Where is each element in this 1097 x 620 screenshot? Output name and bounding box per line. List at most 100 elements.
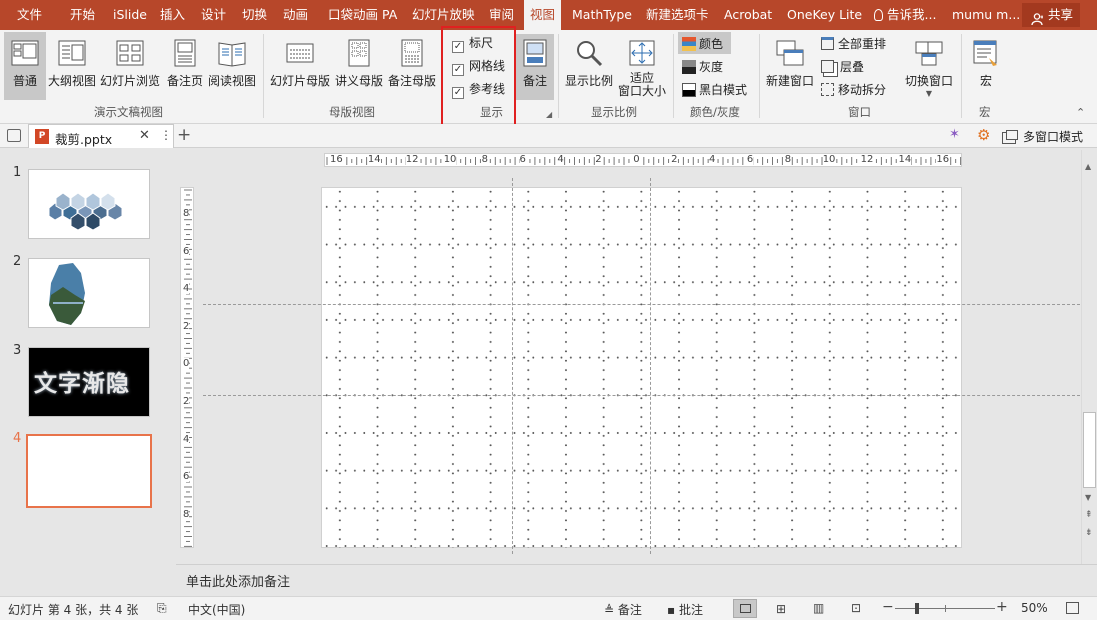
outline-view-icon: [58, 40, 86, 66]
cascade-button[interactable]: 层叠: [821, 58, 864, 75]
zoom-slider-thumb[interactable]: [915, 603, 919, 614]
tab-islide[interactable]: iSlide: [113, 0, 147, 30]
tab-design[interactable]: 设计: [201, 0, 226, 30]
scroll-thumb[interactable]: [1083, 412, 1096, 488]
handout-master-button[interactable]: 讲义母版: [334, 38, 384, 89]
add-tab-icon[interactable]: +: [177, 125, 191, 145]
arrange-all-button[interactable]: 全部重排: [821, 35, 886, 52]
close-icon[interactable]: ✕: [139, 128, 150, 143]
macros-label: 宏: [979, 74, 992, 88]
next-slide-icon[interactable]: ⇟: [1085, 528, 1093, 538]
slide-master-button[interactable]: 幻灯片母版: [268, 38, 332, 89]
notes-status-label: 备注: [617, 603, 642, 617]
ribbon: 普通 大纲视图 幻灯片浏览 备注页 阅读视图 演示文稿视图 幻灯片母版 讲义母版: [0, 30, 1097, 124]
zoom-percentage[interactable]: 50%: [1021, 601, 1048, 615]
document-tab-bar: P 裁剪.pptx ✕ ⋮ + ✶ ⚙ 多窗口模式: [0, 124, 1097, 148]
tab-new[interactable]: 新建选项卡: [646, 0, 709, 30]
group-separator: [263, 34, 264, 118]
reading-view-status-icon[interactable]: ▥: [813, 601, 824, 615]
tab-onekey[interactable]: OneKey Lite: [787, 0, 862, 30]
spellcheck-icon[interactable]: ⎘: [157, 601, 167, 616]
ruler-label: 6: [183, 245, 190, 257]
new-window-button[interactable]: 新建窗口: [764, 38, 816, 89]
slide-thumbnail-3[interactable]: 文字渐隐: [28, 347, 150, 417]
more-options-icon[interactable]: ⋮: [160, 128, 172, 142]
scroll-up-icon[interactable]: ▲: [1085, 162, 1091, 171]
share-button[interactable]: 共享: [1022, 3, 1080, 27]
document-name: 裁剪.pptx: [55, 132, 113, 147]
outline-view-button[interactable]: 大纲视图: [48, 38, 96, 89]
presentation-views-group-label: 演示文稿视图: [94, 105, 163, 119]
horizontal-guide[interactable]: [203, 395, 1080, 396]
zoom-in-icon[interactable]: +: [996, 599, 1008, 615]
zoom-slider[interactable]: [895, 603, 995, 614]
panel-icon[interactable]: [7, 129, 21, 142]
fit-slide-icon[interactable]: [1066, 602, 1079, 614]
normal-view-status-icon[interactable]: [733, 599, 757, 618]
move-split-button[interactable]: 移动拆分: [821, 81, 886, 98]
gear-icon[interactable]: ⚙: [977, 126, 990, 144]
tab-view[interactable]: 视图: [524, 0, 562, 30]
slide-thumbnail-2[interactable]: [28, 258, 150, 328]
comments-status-button[interactable]: ▪ 批注: [667, 601, 703, 618]
ruler-label: 6: [519, 154, 526, 165]
black-white-label: 黑白模式: [699, 83, 748, 97]
color-mode-label: 颜色: [699, 37, 724, 51]
slideshow-status-icon[interactable]: ⊡: [851, 601, 861, 615]
tell-me-search[interactable]: 告诉我...: [874, 0, 936, 30]
ruler-label: 2: [595, 154, 602, 165]
sparkle-icon[interactable]: ✶: [949, 127, 960, 142]
switch-window-button[interactable]: 切换窗口 ▼: [903, 38, 955, 98]
slide-sorter-icon: [116, 40, 144, 66]
tell-me-label: 告诉我...: [887, 7, 937, 22]
language-indicator[interactable]: 中文(中国): [188, 601, 245, 618]
slide-sorter-button[interactable]: 幻灯片浏览: [100, 38, 160, 89]
multi-window-mode-button[interactable]: 多窗口模式: [1023, 128, 1083, 145]
macros-button[interactable]: 宏: [966, 38, 1006, 89]
slide-thumbnail-4-selected[interactable]: [26, 434, 152, 508]
normal-view-icon: [11, 40, 39, 66]
master-views-group-label: 母版视图: [329, 105, 375, 119]
grayscale-button[interactable]: 灰度: [682, 58, 723, 75]
tab-file[interactable]: 文件: [17, 0, 42, 30]
fit-to-window-button[interactable]: 适应 窗口大小: [616, 38, 668, 98]
dialog-launcher-icon[interactable]: ◢: [546, 110, 552, 119]
tab-animations[interactable]: 动画: [283, 0, 308, 30]
normal-view-button[interactable]: 普通: [4, 32, 46, 100]
collapse-ribbon-icon[interactable]: ⌃: [1076, 106, 1085, 119]
vertical-guide[interactable]: [650, 178, 651, 554]
group-separator: [558, 34, 559, 118]
tab-pa[interactable]: 口袋动画 PA: [328, 0, 397, 30]
notes-toggle-button[interactable]: 备注: [516, 34, 554, 100]
handout-master-icon: [348, 39, 370, 67]
tab-acrobat[interactable]: Acrobat: [724, 0, 772, 30]
document-tab[interactable]: P 裁剪.pptx ✕ ⋮: [28, 124, 174, 148]
tab-insert[interactable]: 插入: [160, 0, 185, 30]
scroll-down-icon[interactable]: ▼: [1085, 493, 1091, 502]
zoom-button[interactable]: 显示比例: [563, 38, 615, 89]
zoom-out-icon[interactable]: −: [882, 599, 894, 615]
color-mode-button[interactable]: 颜色: [678, 32, 731, 54]
tab-transitions[interactable]: 切换: [242, 0, 267, 30]
powerpoint-file-icon: P: [35, 129, 49, 144]
vertical-scrollbar[interactable]: ▲ ▼ ⇞ ⇟: [1081, 150, 1097, 564]
user-name[interactable]: mumu m...: [952, 0, 1020, 30]
comments-status-label: 批注: [678, 603, 703, 617]
horizontal-guide[interactable]: [203, 304, 1080, 305]
reading-view-button[interactable]: 阅读视图: [208, 38, 256, 89]
ruler-label: 12: [405, 154, 419, 165]
color-swatch-icon: [682, 37, 696, 51]
vertical-guide[interactable]: [512, 178, 513, 554]
ruler-label: 6: [746, 154, 754, 165]
slide-sorter-status-icon[interactable]: ⊞: [776, 602, 786, 616]
black-white-button[interactable]: 黑白模式: [682, 81, 747, 98]
tab-mathtype[interactable]: MathType: [572, 0, 632, 30]
slide-thumbnail-1[interactable]: [28, 169, 150, 239]
notes-status-button[interactable]: ≜ 备注: [604, 601, 642, 618]
tab-home[interactable]: 开始: [70, 0, 95, 30]
ruler-label: 4: [557, 154, 564, 165]
notes-page-button[interactable]: 备注页: [165, 38, 205, 89]
notes-pane[interactable]: 单击此处添加备注: [176, 564, 1097, 595]
previous-slide-icon[interactable]: ⇞: [1085, 510, 1093, 520]
notes-master-button[interactable]: 备注母版: [387, 38, 437, 89]
